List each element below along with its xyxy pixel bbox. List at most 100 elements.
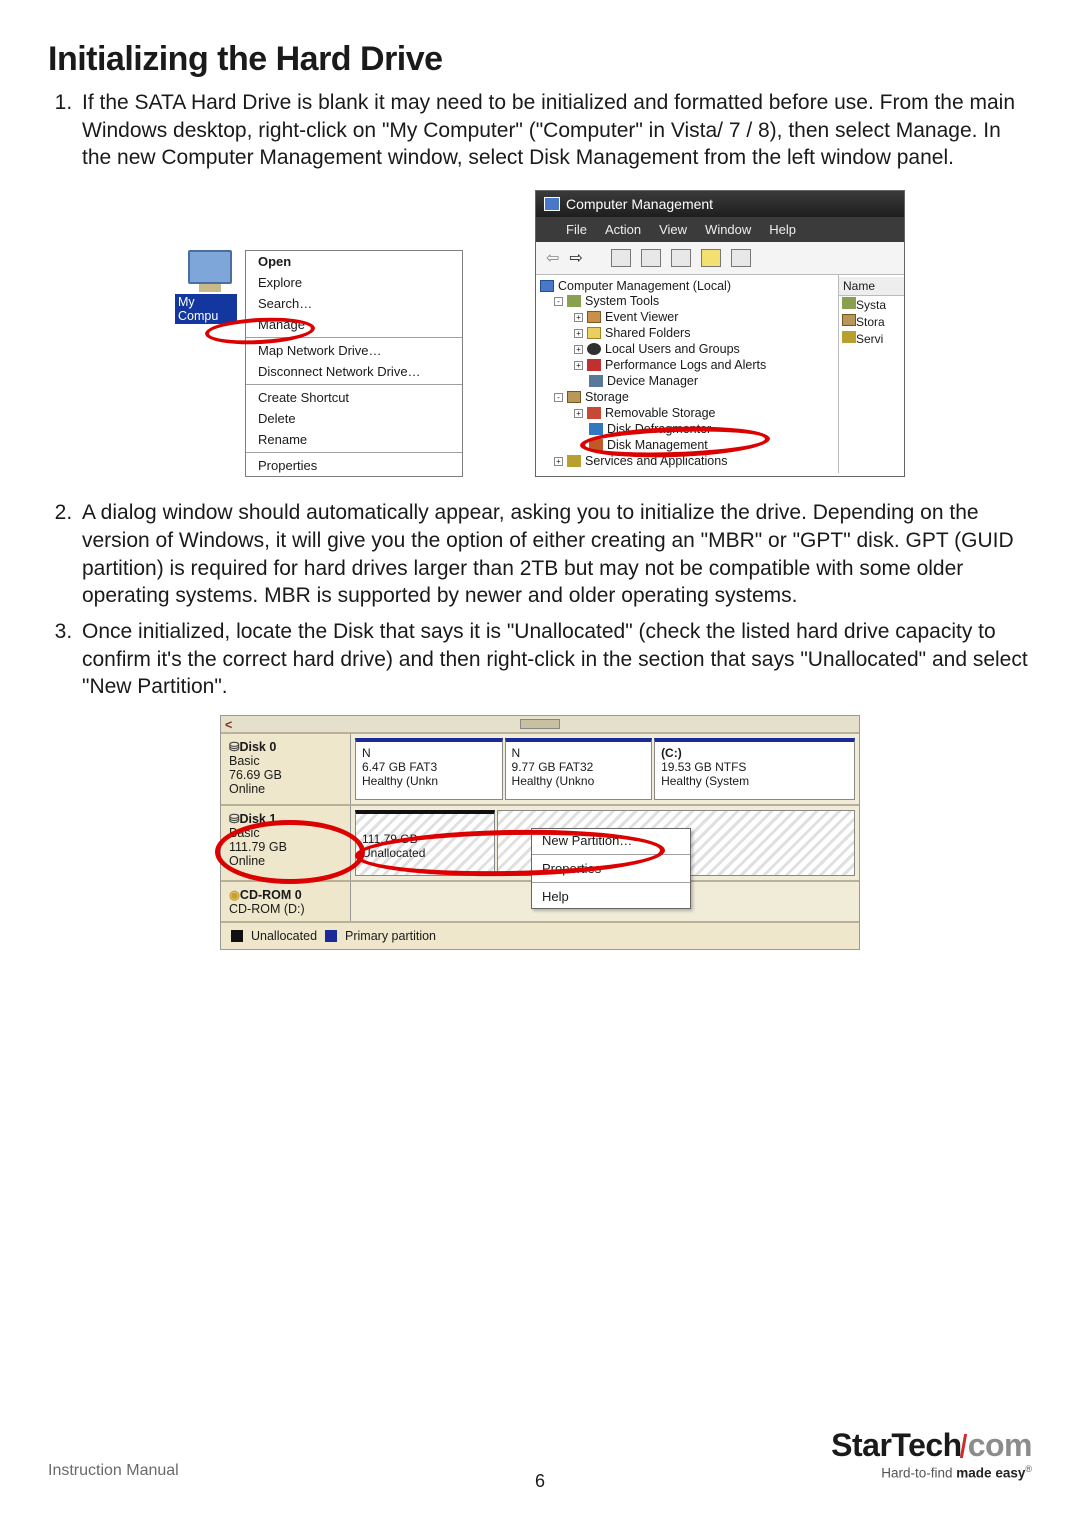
cm-toolbar: ⇦ ⇨ — [536, 242, 904, 275]
cm-menubar: File Action View Window Help — [536, 217, 904, 242]
dm-scrollbar[interactable]: < — [221, 716, 859, 734]
menu-window[interactable]: Window — [705, 222, 751, 237]
storage-icon — [567, 391, 581, 403]
menu-rename[interactable]: Rename — [246, 429, 462, 450]
figure-row: My Compu Open Explore Search… Manage Map… — [48, 190, 1032, 477]
brand-logo: StarTechcom — [831, 1427, 1032, 1464]
cdrom-sub: CD-ROM (D:) — [229, 902, 342, 916]
toolbar-btn-2[interactable] — [641, 249, 661, 267]
tools-icon — [842, 297, 856, 309]
menu-map-drive[interactable]: Map Network Drive… — [246, 340, 462, 361]
step-2: A dialog window should automatically app… — [78, 499, 1032, 610]
col2-row-2[interactable]: Stora — [839, 313, 904, 330]
tree-removable-storage[interactable]: +Removable Storage — [574, 405, 832, 421]
storage-icon — [842, 314, 856, 326]
disk1-unallocated[interactable]: 111.79 GB Unallocated — [355, 810, 495, 876]
my-computer-label: My Compu — [175, 294, 237, 324]
collapse-icon[interactable]: - — [554, 297, 563, 306]
tree-root-label: Computer Management (Local) — [558, 279, 731, 293]
tree-disk-defragmenter[interactable]: Disk Defragmenter — [574, 421, 832, 437]
label: Local Users and Groups — [605, 342, 740, 356]
label: Services and Applications — [585, 454, 727, 468]
expand-icon[interactable]: + — [574, 409, 583, 418]
services-icon — [567, 455, 581, 467]
label: Shared Folders — [605, 326, 690, 340]
expand-icon[interactable]: + — [574, 313, 583, 322]
disk-0-row: ⛁Disk 0 Basic 76.69 GB Online N6.47 GB F… — [221, 734, 859, 806]
col2-row-1[interactable]: Systa — [839, 296, 904, 313]
perf-icon — [587, 359, 601, 371]
tree-root[interactable]: Computer Management (Local) — [540, 279, 832, 293]
tree-event-viewer[interactable]: +Event Viewer — [574, 309, 832, 325]
menu-delete[interactable]: Delete — [246, 408, 462, 429]
instruction-list-cont: A dialog window should automatically app… — [48, 499, 1032, 701]
disk0-vol-1[interactable]: N6.47 GB FAT3Healthy (Unkn — [355, 738, 503, 800]
tree-device-manager[interactable]: Device Manager — [574, 373, 832, 389]
scroll-thumb[interactable] — [520, 719, 560, 729]
menu-help[interactable]: Help — [769, 222, 796, 237]
menu-file[interactable]: File — [566, 222, 587, 237]
menu-search[interactable]: Search… — [246, 293, 462, 314]
disk0-vol-c[interactable]: (C:)19.53 GB NTFSHealthy (System — [654, 738, 855, 800]
legend-swatch-unallocated — [231, 930, 243, 942]
menu-view[interactable]: View — [659, 222, 687, 237]
forward-icon[interactable]: ⇨ — [569, 248, 582, 268]
expand-icon[interactable]: + — [574, 345, 583, 354]
disk-0-size: 76.69 GB — [229, 768, 342, 782]
tree-shared-folders[interactable]: + Shared Folders — [574, 325, 832, 341]
cm-right-column: Name Systa Stora Servi — [838, 275, 904, 473]
tree-disk-management[interactable]: Disk Management — [574, 437, 832, 453]
step-1: If the SATA Hard Drive is blank it may n… — [78, 89, 1032, 172]
toolbar-btn-4[interactable] — [701, 249, 721, 267]
tree-services-apps[interactable]: + Services and Applications — [554, 453, 832, 469]
tree-perf-logs[interactable]: + Performance Logs and Alerts — [574, 357, 832, 373]
device-icon — [589, 375, 603, 387]
cm-title-bar: Computer Management — [536, 191, 904, 217]
toolbar-btn-3[interactable] — [671, 249, 691, 267]
label: Performance Logs and Alerts — [605, 358, 766, 372]
disk-1-status: Online — [229, 854, 342, 868]
menu-properties[interactable]: Properties — [532, 857, 690, 880]
expand-icon[interactable]: + — [554, 457, 563, 466]
menu-new-partition[interactable]: New Partition… — [532, 829, 690, 852]
context-menu: Open Explore Search… Manage Map Network … — [245, 250, 463, 477]
disk0-vol-2[interactable]: N9.77 GB FAT32Healthy (Unkno — [505, 738, 653, 800]
cdrom-icon: ◉ — [229, 888, 240, 902]
back-icon[interactable]: ⇦ — [546, 248, 559, 268]
folder-icon — [587, 327, 601, 339]
expand-icon[interactable]: + — [574, 361, 583, 370]
toolbar-btn-5[interactable] — [731, 249, 751, 267]
menu-action[interactable]: Action — [605, 222, 641, 237]
toolbar-btn-1[interactable] — [611, 249, 631, 267]
tree-system-tools[interactable]: - System Tools — [554, 293, 832, 309]
menu-explore[interactable]: Explore — [246, 272, 462, 293]
menu-properties[interactable]: Properties — [246, 455, 462, 476]
scroll-left-icon[interactable]: < — [225, 718, 232, 732]
instruction-list: If the SATA Hard Drive is blank it may n… — [48, 89, 1032, 172]
label: Disk Defragmenter — [607, 422, 711, 436]
cdrom-info[interactable]: ◉CD-ROM 0 CD-ROM (D:) — [221, 882, 351, 921]
legend-primary: Primary partition — [345, 929, 436, 943]
disk-context-menu: New Partition… Properties Help — [531, 828, 691, 909]
menu-help[interactable]: Help — [532, 885, 690, 908]
brand-tagline: Hard-to-find made easy® — [831, 1464, 1032, 1481]
disk-0-info[interactable]: ⛁Disk 0 Basic 76.69 GB Online — [221, 734, 351, 804]
cm-tree: Computer Management (Local) - System Too… — [536, 275, 838, 473]
monitor-icon — [540, 280, 554, 292]
label: Storage — [585, 390, 629, 404]
menu-create-shortcut[interactable]: Create Shortcut — [246, 387, 462, 408]
expand-icon[interactable]: + — [574, 329, 583, 338]
menu-open[interactable]: Open — [246, 251, 462, 272]
tree-storage[interactable]: - Storage — [554, 389, 832, 405]
disk-1-info[interactable]: ⛁Disk 1 Basic 111.79 GB Online — [221, 806, 351, 880]
legend-swatch-primary — [325, 930, 337, 942]
disk-0-type: Basic — [229, 754, 342, 768]
tree-local-users[interactable]: + Local Users and Groups — [574, 341, 832, 357]
col-header-name: Name — [839, 277, 904, 296]
collapse-icon[interactable]: - — [554, 393, 563, 402]
my-computer-icon[interactable]: My Compu — [175, 250, 245, 324]
col2-row-3[interactable]: Servi — [839, 330, 904, 347]
menu-disconnect-drive[interactable]: Disconnect Network Drive… — [246, 361, 462, 382]
brand-block: StarTechcom Hard-to-find made easy® — [831, 1427, 1032, 1481]
menu-manage[interactable]: Manage — [246, 314, 462, 335]
